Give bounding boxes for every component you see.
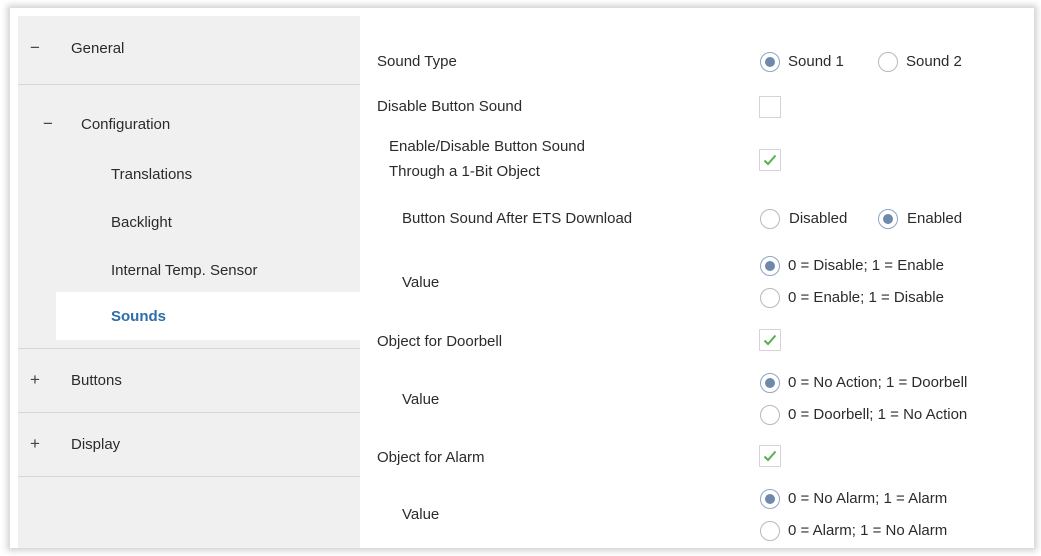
divider xyxy=(18,348,360,349)
collapse-icon[interactable]: − xyxy=(30,38,40,58)
disabled-label[interactable]: Disabled xyxy=(789,209,847,229)
enable-disable-1bit-label-line2: Through a 1-Bit Object xyxy=(389,163,540,180)
sidebar-item-label: Display xyxy=(71,435,121,453)
expand-icon[interactable]: + xyxy=(30,434,40,454)
value-alarm-label: Value xyxy=(402,506,440,523)
doorbell-no-action-label[interactable]: 0 = Doorbell; 1 = No Action xyxy=(788,405,967,425)
disable-button-sound-checkbox[interactable] xyxy=(759,96,781,118)
disable-button-sound-label: Disable Button Sound xyxy=(377,98,523,115)
object-alarm-checkbox[interactable] xyxy=(759,445,781,467)
sidebar-item-label: Sounds xyxy=(111,307,166,325)
sound-type-label: Sound Type xyxy=(377,53,457,70)
doorbell-no-action-radio[interactable] xyxy=(760,405,780,425)
sidebar-item-internal-temp-sensor[interactable]: Internal Temp. Sensor xyxy=(18,252,360,288)
sound2-radio[interactable] xyxy=(878,52,898,72)
no-action-doorbell-radio[interactable] xyxy=(760,373,780,393)
sound2-label[interactable]: Sound 2 xyxy=(906,52,962,72)
no-action-doorbell-label[interactable]: 0 = No Action; 1 = Doorbell xyxy=(788,373,967,393)
sidebar-item-label: General xyxy=(71,39,125,57)
object-doorbell-checkbox[interactable] xyxy=(759,329,781,351)
parameter-panel: Sound Type Sound 1 Sound 2 Disable Butto… xyxy=(360,16,1034,548)
sidebar-item-label: Translations xyxy=(111,165,193,183)
expand-icon[interactable]: + xyxy=(30,370,40,390)
value-doorbell-label: Value xyxy=(402,391,440,408)
no-alarm-alarm-label[interactable]: 0 = No Alarm; 1 = Alarm xyxy=(788,489,947,509)
sidebar-item-label: Buttons xyxy=(71,371,122,389)
divider xyxy=(18,412,360,413)
object-alarm-label: Object for Alarm xyxy=(377,449,485,466)
sidebar-item-label: Internal Temp. Sensor xyxy=(111,261,258,279)
enable-disable-1bit-checkbox[interactable] xyxy=(759,149,781,171)
enable-disable-radio[interactable] xyxy=(760,288,780,308)
sidebar-item-display[interactable]: + Display xyxy=(18,426,360,462)
alarm-no-alarm-radio[interactable] xyxy=(760,521,780,541)
sidebar-item-general[interactable]: − General xyxy=(18,30,360,66)
enable-disable-1bit-label-line1: Enable/Disable Button Sound xyxy=(389,138,585,155)
checkmark-icon xyxy=(763,334,777,346)
sidebar-item-label: Backlight xyxy=(111,213,172,231)
sidebar-item-label: Configuration xyxy=(81,115,171,133)
sidebar-item-sounds[interactable]: Sounds xyxy=(56,292,360,340)
sound1-label[interactable]: Sound 1 xyxy=(788,52,844,72)
object-doorbell-label: Object for Doorbell xyxy=(377,333,503,350)
sidebar-item-translations[interactable]: Translations xyxy=(18,156,360,192)
checkmark-icon xyxy=(763,154,777,166)
after-ets-download-label: Button Sound After ETS Download xyxy=(402,210,633,227)
sidebar-tree: − General − Configuration Translations B… xyxy=(18,16,360,548)
disable-enable-radio[interactable] xyxy=(760,256,780,276)
disabled-radio[interactable] xyxy=(760,209,780,229)
sound1-radio[interactable] xyxy=(760,52,780,72)
sidebar-item-configuration[interactable]: − Configuration xyxy=(18,106,360,142)
divider xyxy=(18,476,360,477)
value-sound-label: Value xyxy=(402,274,440,291)
sidebar-item-buttons[interactable]: + Buttons xyxy=(18,362,360,398)
sidebar-item-backlight[interactable]: Backlight xyxy=(18,204,360,240)
enabled-radio[interactable] xyxy=(878,209,898,229)
alarm-no-alarm-label[interactable]: 0 = Alarm; 1 = No Alarm xyxy=(788,521,947,541)
checkmark-icon xyxy=(763,450,777,462)
disable-enable-label[interactable]: 0 = Disable; 1 = Enable xyxy=(788,256,944,276)
divider xyxy=(18,84,360,85)
collapse-icon[interactable]: − xyxy=(43,114,53,134)
no-alarm-alarm-radio[interactable] xyxy=(760,489,780,509)
enabled-label[interactable]: Enabled xyxy=(907,209,962,229)
window: − General − Configuration Translations B… xyxy=(10,8,1034,548)
enable-disable-label[interactable]: 0 = Enable; 1 = Disable xyxy=(788,288,944,308)
